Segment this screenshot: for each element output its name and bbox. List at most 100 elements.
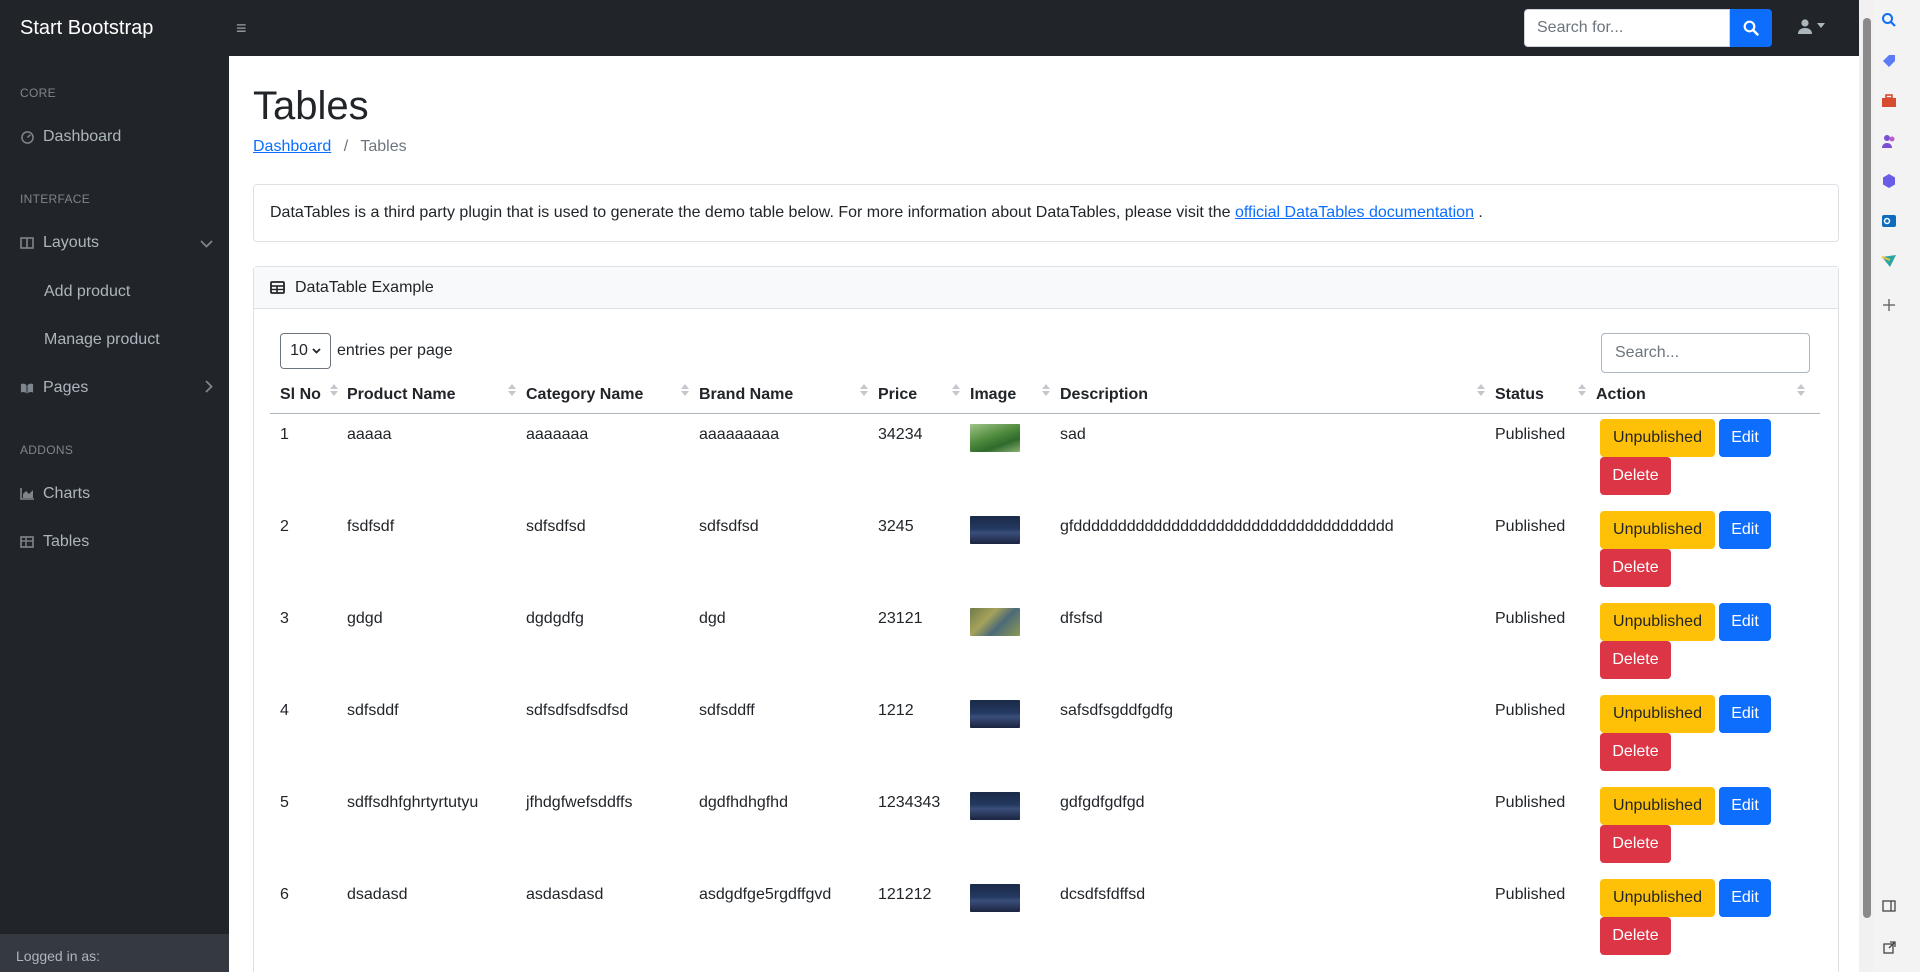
chart-area-icon [20,488,34,500]
datatable-search-input[interactable] [1601,333,1810,373]
people-icon[interactable] [1879,131,1899,151]
edit-button[interactable]: Edit [1719,603,1771,641]
cell-sl-no: 4 [280,702,289,719]
outlook-icon[interactable] [1879,211,1899,231]
column-header-action[interactable]: Action [1596,386,1646,404]
unpublish-button[interactable]: Unpublished [1600,603,1715,641]
edit-button[interactable]: Edit [1719,695,1771,733]
entries-control: 10 entries per page [280,333,453,369]
sidebar-item-add-product[interactable]: Add product [44,283,130,301]
table-header: Sl No Product Name Category Name Brand N… [270,382,1820,414]
sidebar-item-label: Dashboard [43,128,122,145]
breadcrumb-separator: / [343,138,349,155]
breadcrumb: Dashboard / Tables [253,138,407,156]
edit-button[interactable]: Edit [1719,787,1771,825]
column-header-image[interactable]: Image [970,386,1016,404]
sort-icon[interactable] [681,384,689,396]
send-icon[interactable] [1879,251,1899,271]
entries-select-value: 10 [290,342,308,359]
add-icon[interactable] [1879,295,1899,315]
cell-sl-no: 1 [280,426,289,443]
unpublish-button[interactable]: Unpublished [1600,695,1715,733]
delete-button[interactable]: Delete [1600,733,1671,771]
info-card: DataTables is a third party plugin that … [253,184,1839,242]
unpublish-button[interactable]: Unpublished [1600,787,1715,825]
unpublish-button[interactable]: Unpublished [1600,879,1715,917]
toolbox-icon[interactable] [1879,91,1899,111]
product-thumbnail [970,516,1020,544]
cell-category-name: dgdgdfg [526,610,584,627]
sort-icon[interactable] [330,384,338,396]
sort-icon[interactable] [1477,384,1485,396]
edit-button[interactable]: Edit [1719,511,1771,549]
sidebar-item-charts[interactable]: Charts [0,474,229,514]
sort-icon[interactable] [860,384,868,396]
sort-icon[interactable] [1042,384,1050,396]
sidebar-item-layouts[interactable]: Layouts [0,223,229,263]
scrollbar-thumb[interactable] [1863,18,1871,918]
delete-button[interactable]: Delete [1600,641,1671,679]
entries-select[interactable]: 10 [280,333,331,369]
sidebar-heading-interface: Interface [20,192,91,206]
edit-button[interactable]: Edit [1719,419,1771,457]
sidebar-panel-icon[interactable] [1879,896,1899,916]
search-icon[interactable] [1879,10,1899,30]
cell-status: Published [1495,886,1566,903]
chevron-down-icon [312,348,321,354]
sort-icon[interactable] [508,384,516,396]
sort-icon[interactable] [952,384,960,396]
column-header-brand-name[interactable]: Brand Name [699,386,793,404]
page-scrollbar[interactable] [1859,0,1874,972]
delete-button[interactable]: Delete [1600,549,1671,587]
user-dropdown[interactable] [1797,18,1825,34]
external-link-icon[interactable] [1879,937,1899,957]
column-header-description[interactable]: Description [1060,386,1148,404]
sidebar-item-manage-product[interactable]: Manage product [44,331,160,349]
brand-link[interactable]: Start Bootstrap [0,17,229,40]
sidebar-item-dashboard[interactable]: Dashboard [0,117,229,157]
sidebar-toggle-icon[interactable]: ≡ [236,18,247,39]
cell-status: Published [1495,702,1566,719]
chevron-down-icon [200,235,213,253]
sidebar: Core Dashboard Interface Layouts Add pro… [0,56,229,972]
cell-brand-name: asdgdfge5rgdffgvd [699,886,832,903]
table-row: 4 sdfsddf sdfsdfsdfsdfsd sdfsddff 1212 s… [270,690,1820,782]
tag-icon[interactable] [1879,51,1899,71]
column-header-sl-no[interactable]: Sl No [280,386,321,404]
info-suffix: . [1473,204,1483,221]
cell-sl-no: 3 [280,610,289,627]
cell-price: 3245 [878,518,914,535]
product-thumbnail [970,424,1020,452]
column-header-category-name[interactable]: Category Name [526,386,643,404]
cell-product-name: sdfsddf [347,702,399,719]
book-icon [20,382,34,394]
delete-button[interactable]: Delete [1600,917,1671,955]
product-thumbnail [970,792,1020,820]
column-header-product-name[interactable]: Product Name [347,386,455,404]
copilot-icon[interactable] [1879,171,1899,191]
breadcrumb-link-dashboard[interactable]: Dashboard [253,138,331,155]
cell-brand-name: sdfsdfsd [699,518,759,535]
column-header-price[interactable]: Price [878,386,917,404]
datatables-docs-link[interactable]: official DataTables documentation [1235,204,1474,221]
delete-button[interactable]: Delete [1600,825,1671,863]
sidebar-heading-core: Core [20,86,56,100]
unpublish-button[interactable]: Unpublished [1600,511,1715,549]
sort-icon[interactable] [1578,384,1586,396]
cell-product-name: sdffsdhfghrtyrtutyu [347,794,479,811]
sidebar-item-pages[interactable]: Pages [0,368,229,408]
sidebar-item-tables[interactable]: Tables [0,522,229,562]
cell-description: dfsfsd [1060,610,1103,627]
sort-icon[interactable] [1797,384,1805,396]
entries-label: entries per page [337,342,453,359]
cell-description: dcsdfsfdffsd [1060,886,1146,903]
column-header-status[interactable]: Status [1495,386,1544,404]
chevron-right-icon [205,380,213,398]
delete-button[interactable]: Delete [1600,457,1671,495]
cell-status: Published [1495,610,1566,627]
navbar-search-button[interactable] [1730,9,1772,47]
unpublish-button[interactable]: Unpublished [1600,419,1715,457]
edit-button[interactable]: Edit [1719,879,1771,917]
navbar-search-input[interactable] [1524,9,1730,47]
cell-category-name: asdasdasd [526,886,604,903]
